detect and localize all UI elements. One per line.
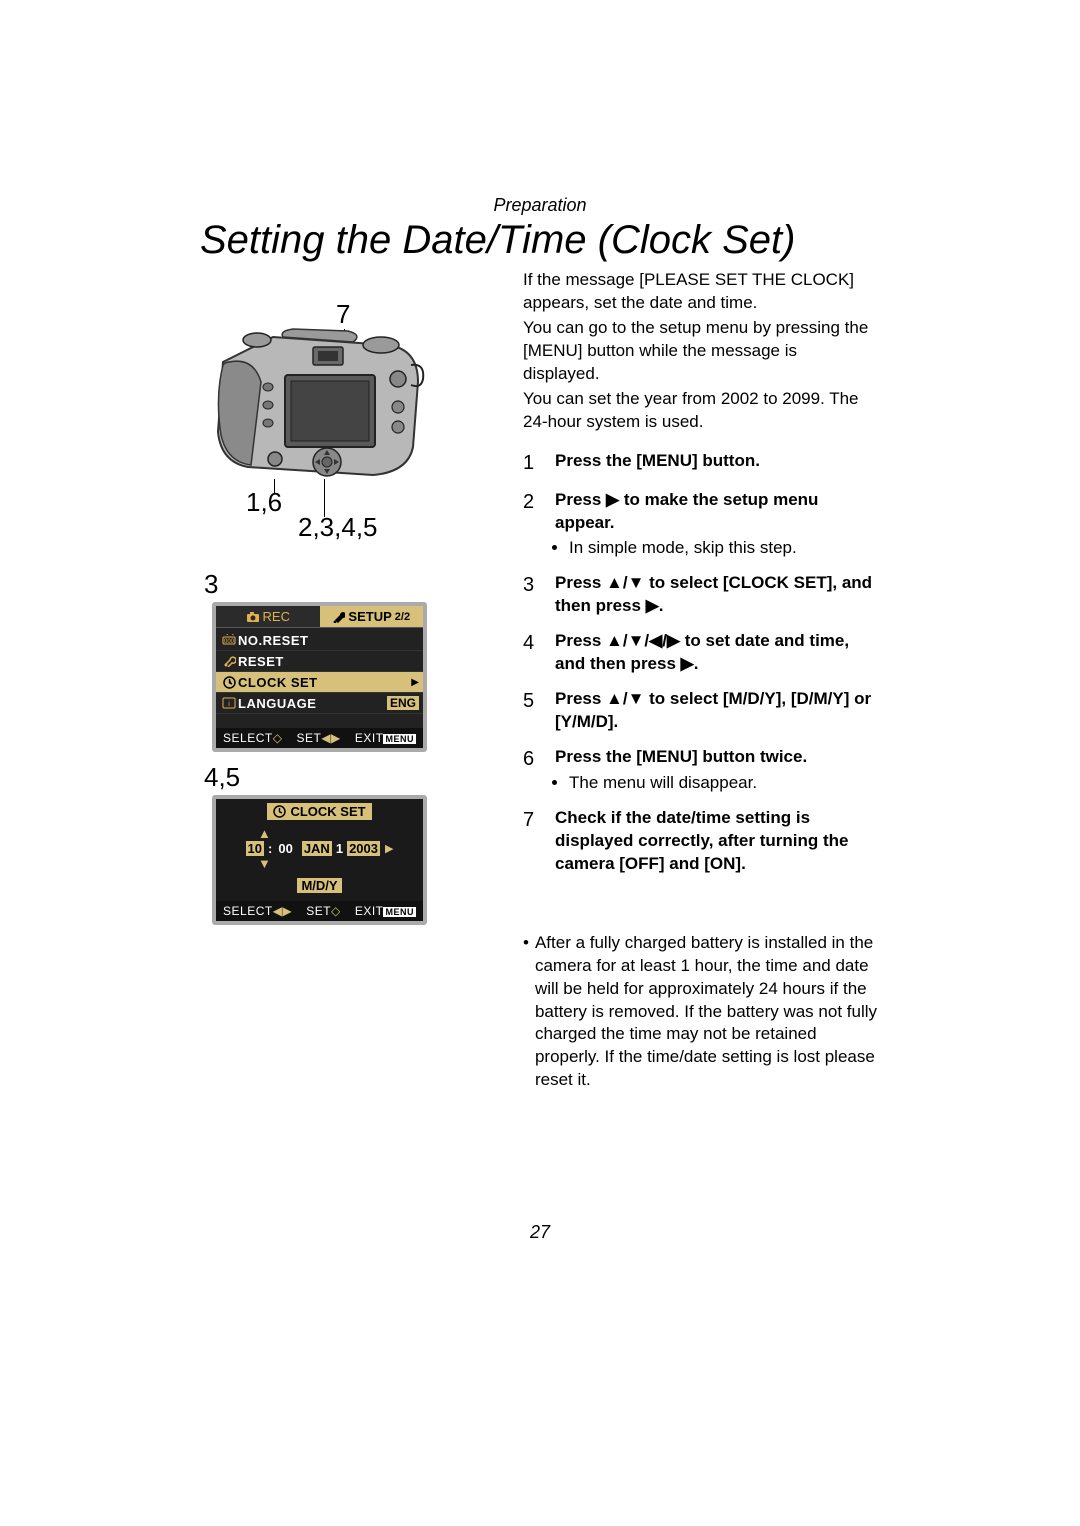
tab-rec: REC: [216, 606, 320, 627]
intro-text: If the message [PLEASE SET THE CLOCK] ap…: [523, 269, 878, 434]
menu-row-clock-set: CLOCK SET ▶: [216, 672, 423, 693]
callout-2-3-4-5: 2,3,4,5: [298, 512, 378, 543]
svg-text:i: i: [228, 701, 230, 708]
wrench-icon: [332, 610, 345, 623]
lcd-footer: SELECT◇ SET◀▶ EXITMENU: [216, 728, 423, 748]
page-number: 27: [200, 1222, 880, 1243]
clock-set-title: CLOCK SET: [267, 803, 371, 820]
date-format-badge: M/D/Y: [297, 878, 341, 893]
step-1: 1 Press the [MENU] button.: [523, 450, 878, 477]
clock-icon: [273, 805, 286, 818]
menu-row-no-reset: 000 NO.RESET: [216, 630, 423, 651]
svg-text:000: 000: [224, 639, 235, 645]
step-2: 2 Press ▶ to make the setup menu appear.…: [523, 489, 878, 561]
up-arrow-icon: ▲: [216, 827, 423, 840]
counter-icon: 000: [222, 634, 236, 646]
menu-row-reset: RESET: [216, 651, 423, 672]
clock-icon: [223, 676, 236, 689]
steps-list: 1 Press the [MENU] button. 2 Press ▶ to …: [523, 450, 878, 876]
lcd2-callout: 4,5: [204, 762, 495, 793]
reset-icon: [222, 655, 236, 667]
lcd-clock-set: CLOCK SET ▲ 10:00 JAN 1 2003 ▶ ▼ M/D/Y: [212, 795, 427, 925]
lcd2-footer: SELECT◀▶ SET◇ EXITMENU: [216, 901, 423, 921]
down-arrow-icon: ▼: [216, 857, 423, 870]
camera-illustration: 7: [208, 299, 458, 529]
step-4: 4 Press ▲/▼/◀/▶ to set date and time, an…: [523, 630, 878, 676]
lcd-setup-menu: REC SETUP 2/2 000 NO.RESET RES: [212, 602, 427, 752]
language-icon: i: [222, 697, 236, 709]
lcd1-callout: 3: [204, 569, 495, 600]
menu-row-language: i LANGUAGE ENG: [216, 693, 423, 714]
note-text: • After a fully charged battery is insta…: [523, 932, 878, 1093]
camera-icon: [246, 611, 260, 623]
datetime-line: 10:00 JAN 1 2003 ▶: [216, 841, 423, 856]
section-label: Preparation: [200, 195, 880, 216]
page-title: Setting the Date/Time (Clock Set): [200, 218, 880, 263]
camera-icon: [208, 319, 428, 479]
step-5: 5 Press ▲/▼ to select [M/D/Y], [D/M/Y] o…: [523, 688, 878, 734]
step-6: 6 Press the [MENU] button twice. The men…: [523, 746, 878, 795]
tab-setup: SETUP 2/2: [320, 606, 424, 627]
step-3: 3 Press ▲/▼ to select [CLOCK SET], and t…: [523, 572, 878, 618]
callout-1-6: 1,6: [246, 487, 282, 518]
step-7: 7 Check if the date/time setting is disp…: [523, 807, 878, 876]
